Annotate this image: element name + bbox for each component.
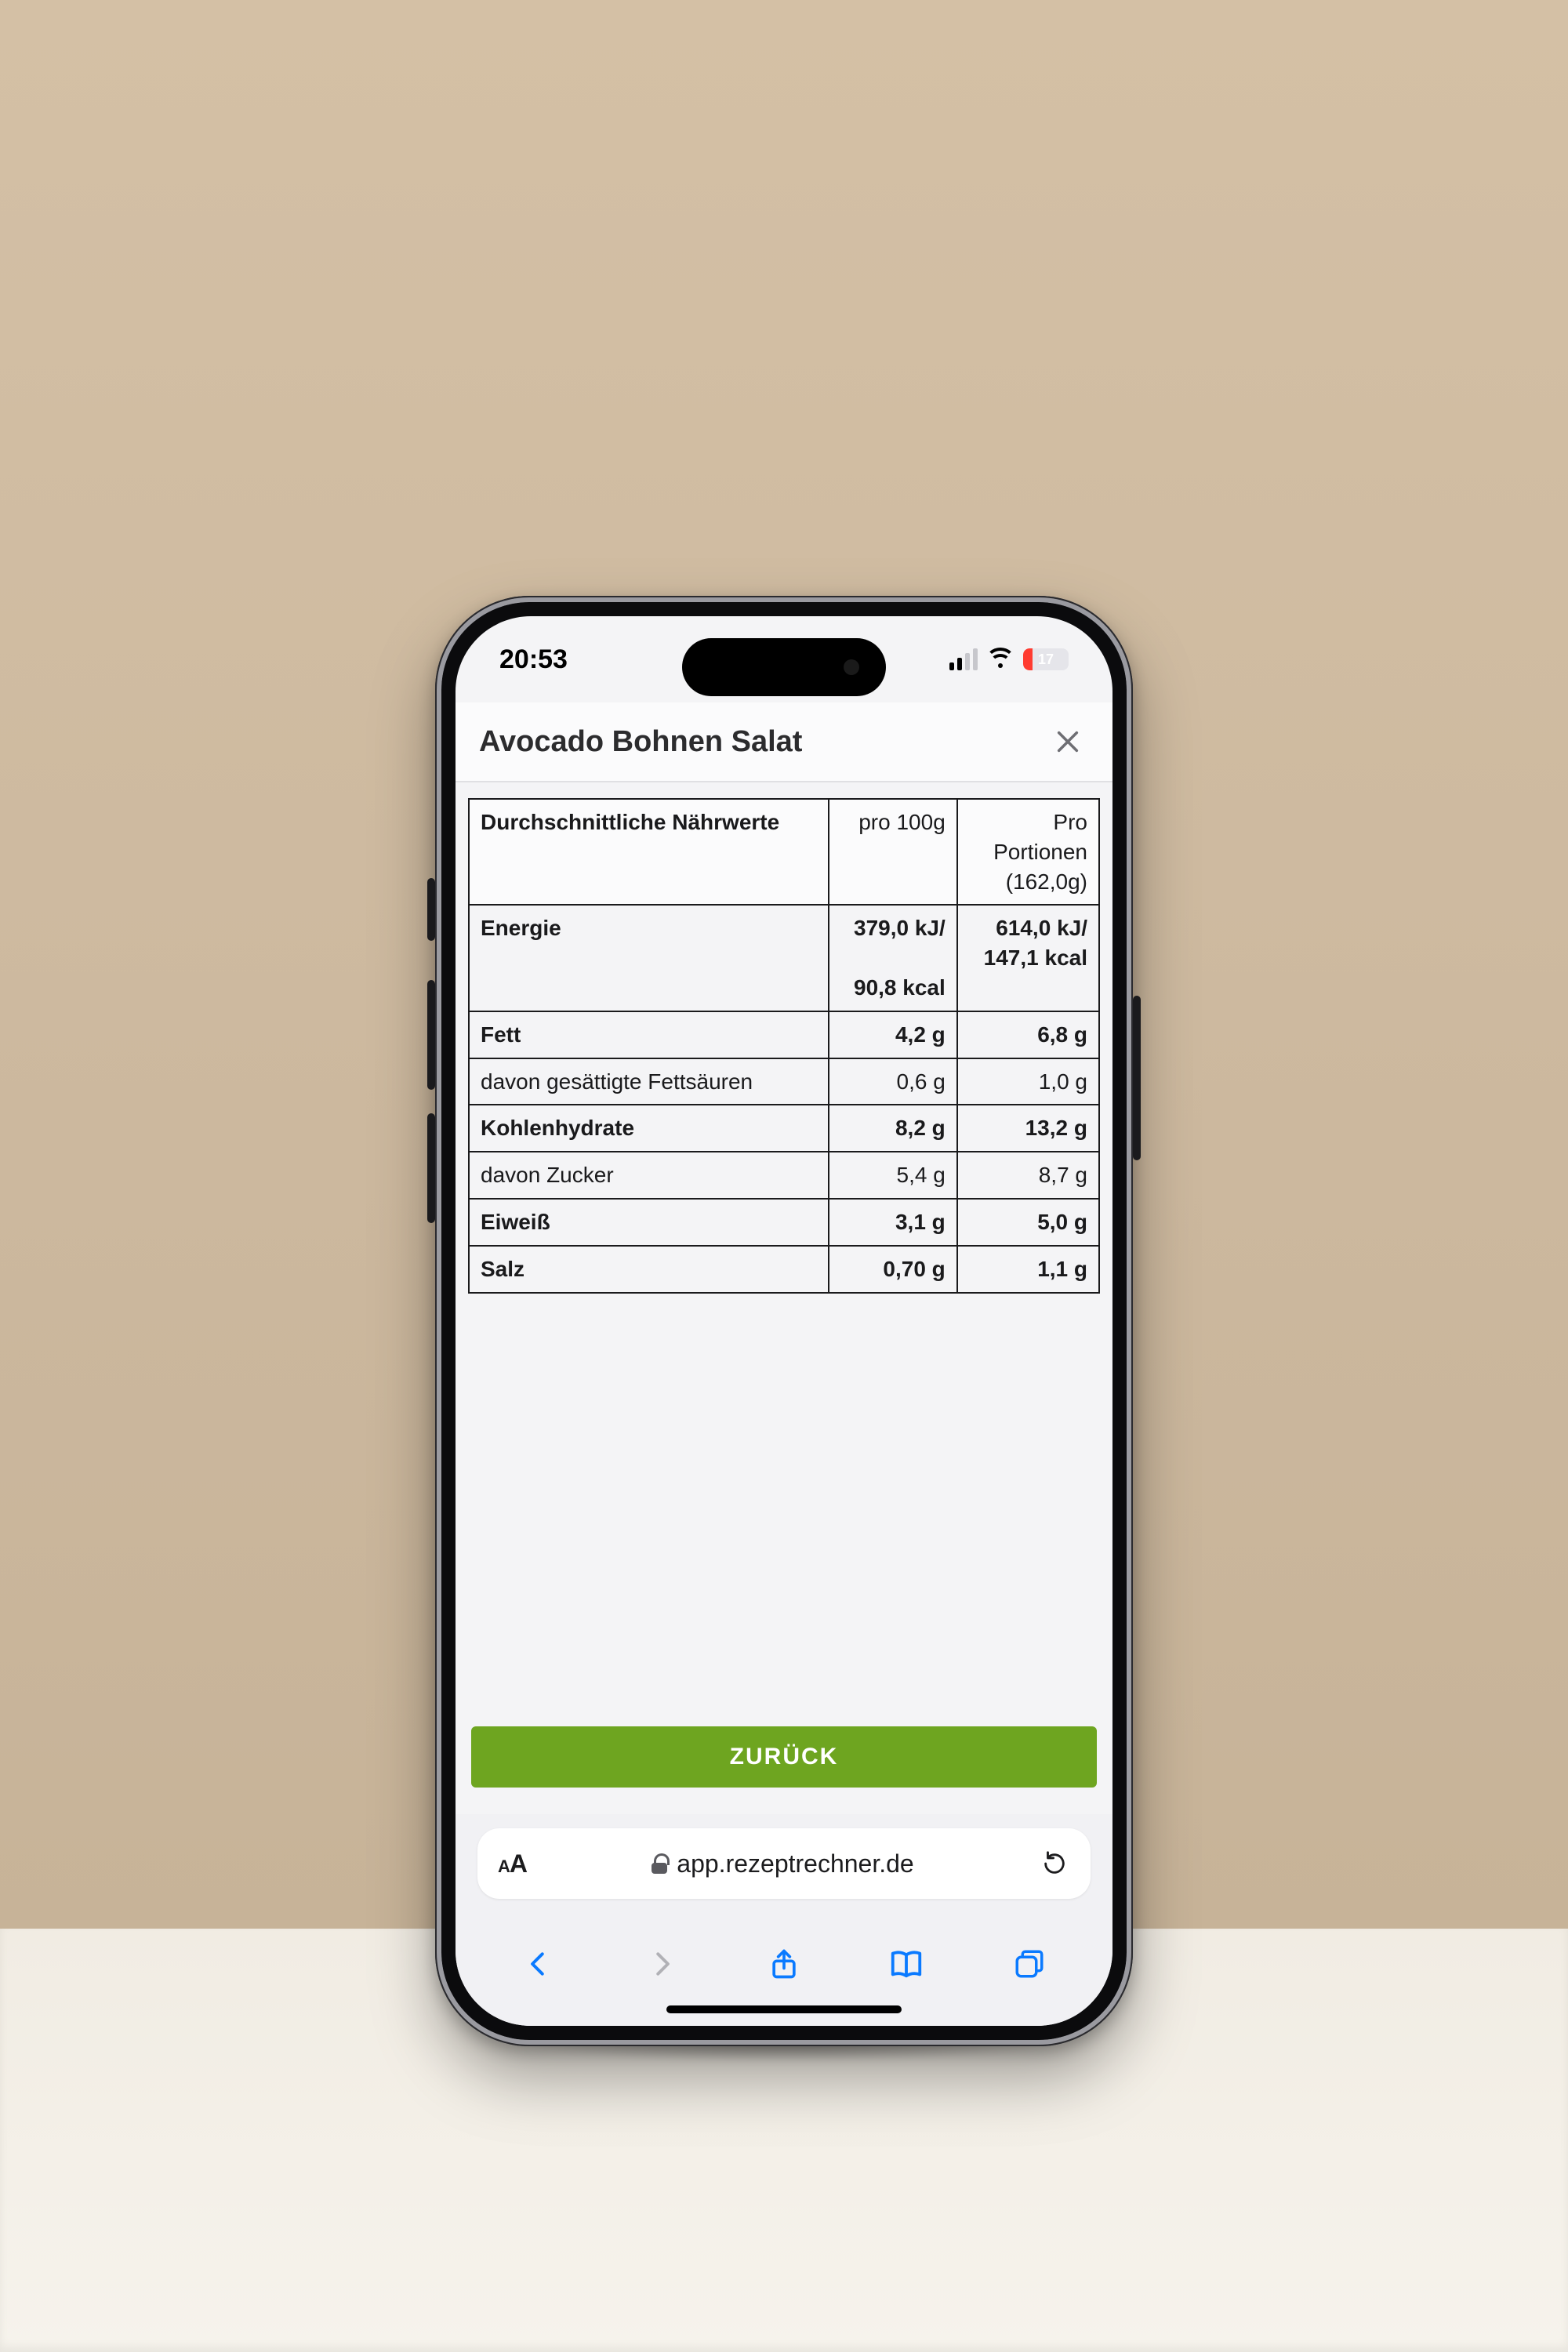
phone-volume-down (427, 1113, 435, 1223)
app-header: Avocado Bohnen Salat (456, 702, 1112, 782)
row-value-100g: 8,2 g (829, 1105, 957, 1152)
phone-mockup: 20:53 17 Avocado Bohnen (435, 596, 1133, 2046)
safari-chrome: AA app.rezeptrechner.de (456, 1814, 1112, 2026)
url-bar[interactable]: AA app.rezeptrechner.de (477, 1828, 1091, 1899)
phone-mute-switch (427, 878, 435, 941)
status-bar: 20:53 17 (456, 616, 1112, 702)
reload-button[interactable] (1039, 1848, 1070, 1879)
row-label: Fett (469, 1011, 829, 1058)
nav-forward-button[interactable] (635, 1937, 688, 1991)
row-value-100g: 5,4 g (829, 1152, 957, 1199)
header-per-portion: Pro Portionen (162,0g) (957, 799, 1099, 905)
phone-screen: 20:53 17 Avocado Bohnen (456, 616, 1112, 2026)
lock-icon (652, 1853, 667, 1874)
nutrition-table: Durchschnittliche Nährwerte pro 100g Pro… (468, 798, 1100, 1294)
table-row: davon Zucker5,4 g8,7 g (469, 1152, 1099, 1199)
chevron-right-icon (647, 1949, 677, 1979)
row-value-100g: 4,2 g (829, 1011, 957, 1058)
row-value-portion: 1,1 g (957, 1246, 1099, 1293)
row-value-portion: 13,2 g (957, 1105, 1099, 1152)
tabs-icon (1013, 1947, 1046, 1980)
header-per-100g: pro 100g (829, 799, 957, 905)
url-display[interactable]: app.rezeptrechner.de (538, 1849, 1028, 1878)
table-row: Eiweiß3,1 g5,0 g (469, 1199, 1099, 1246)
row-label: davon Zucker (469, 1152, 829, 1199)
wifi-icon (989, 651, 1012, 668)
share-button[interactable] (757, 1937, 811, 1991)
text-size-button[interactable]: AA (498, 1849, 527, 1878)
close-button[interactable] (1047, 720, 1089, 763)
row-label: Salz (469, 1246, 829, 1293)
reload-icon (1041, 1850, 1068, 1877)
table-row: davon gesättigte Fettsäuren0,6 g1,0 g (469, 1058, 1099, 1105)
header-label: Durchschnittliche Nährwerte (469, 799, 829, 905)
row-value-portion: 6,8 g (957, 1011, 1099, 1058)
phone-volume-up (427, 980, 435, 1090)
share-icon (767, 1947, 801, 1981)
row-label: Energie (469, 905, 829, 1011)
row-label: Eiweiß (469, 1199, 829, 1246)
nutrition-table-body: Energie379,0 kJ/ 90,8 kcal614,0 kJ/ 147,… (469, 905, 1099, 1292)
table-header-row: Durchschnittliche Nährwerte pro 100g Pro… (469, 799, 1099, 905)
signal-icon (949, 648, 978, 670)
row-value-100g: 0,6 g (829, 1058, 957, 1105)
status-time: 20:53 (499, 644, 568, 675)
url-text: app.rezeptrechner.de (677, 1849, 913, 1878)
row-value-portion: 614,0 kJ/ 147,1 kcal (957, 905, 1099, 1011)
web-app: Avocado Bohnen Salat Durchschnittliche N… (456, 702, 1112, 1814)
battery-icon: 17 (1023, 648, 1069, 670)
row-value-100g: 3,1 g (829, 1199, 957, 1246)
bookmarks-button[interactable] (880, 1937, 933, 1991)
row-value-100g: 0,70 g (829, 1246, 957, 1293)
row-value-100g: 379,0 kJ/ 90,8 kcal (829, 905, 957, 1011)
back-button[interactable]: ZURÜCK (471, 1726, 1097, 1788)
tabs-button[interactable] (1003, 1937, 1056, 1991)
row-label: Kohlenhydrate (469, 1105, 829, 1152)
home-indicator[interactable] (666, 2005, 902, 2013)
nav-back-button[interactable] (512, 1937, 565, 1991)
book-icon (888, 1946, 924, 1982)
chevron-left-icon (524, 1949, 554, 1979)
battery-percent: 17 (1023, 648, 1069, 670)
phone-power-button (1133, 996, 1141, 1160)
table-row: Fett4,2 g6,8 g (469, 1011, 1099, 1058)
close-icon (1054, 728, 1081, 755)
row-value-portion: 8,7 g (957, 1152, 1099, 1199)
table-row: Energie379,0 kJ/ 90,8 kcal614,0 kJ/ 147,… (469, 905, 1099, 1011)
table-row: Salz0,70 g1,1 g (469, 1246, 1099, 1293)
page-title: Avocado Bohnen Salat (479, 725, 802, 759)
row-value-portion: 5,0 g (957, 1199, 1099, 1246)
row-value-portion: 1,0 g (957, 1058, 1099, 1105)
table-row: Kohlenhydrate8,2 g13,2 g (469, 1105, 1099, 1152)
row-label: davon gesättigte Fettsäuren (469, 1058, 829, 1105)
